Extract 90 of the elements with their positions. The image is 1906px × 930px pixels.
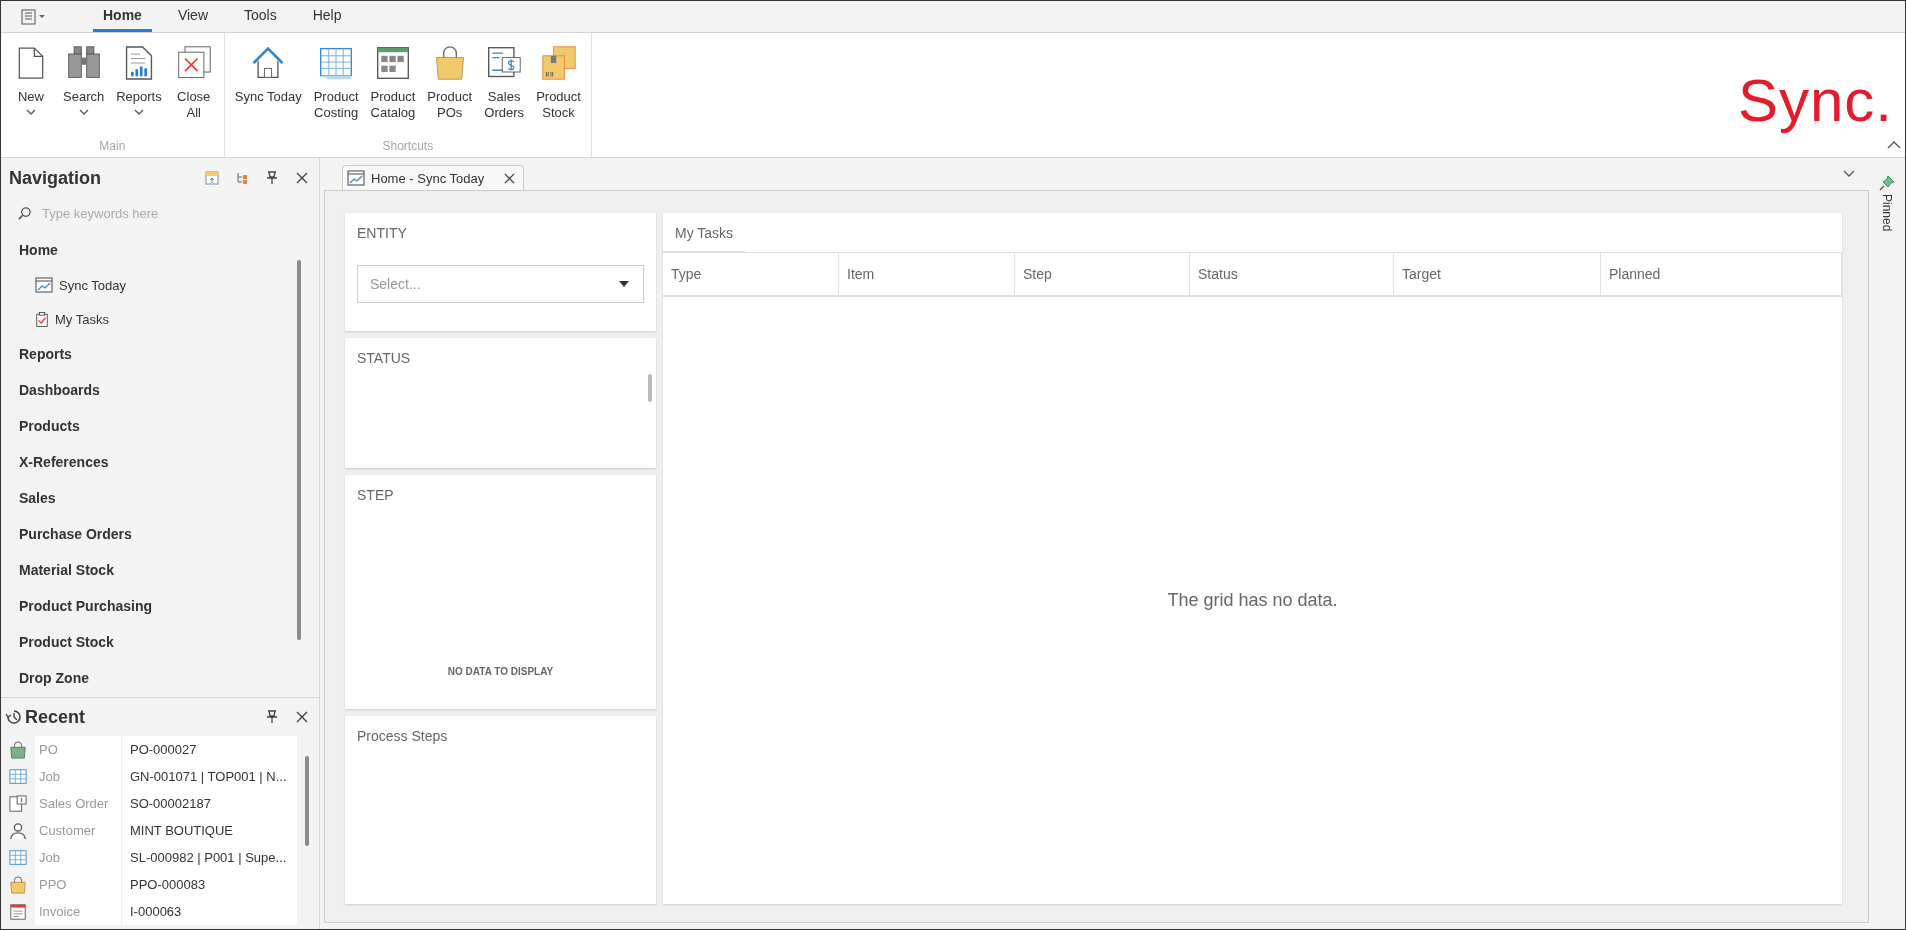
- menu-tab[interactable]: View: [167, 1, 218, 32]
- caret-icon: [78, 109, 89, 115]
- search-icon: [17, 205, 32, 221]
- pinned-tab[interactable]: Pinned: [1880, 194, 1894, 232]
- menu-tab[interactable]: Tools: [234, 1, 287, 32]
- ribbon-button[interactable]: Product Costing: [309, 41, 363, 139]
- recent-item[interactable]: I-000063: [122, 904, 182, 919]
- search-field[interactable]: Type keywords here: [40, 204, 284, 222]
- ribbon-button[interactable]: Reports: [112, 41, 166, 139]
- column-header[interactable]: Type: [663, 253, 839, 295]
- recent-type: PO: [33, 736, 122, 763]
- card-title: STATUS: [357, 350, 411, 366]
- scrollbar[interactable]: [297, 260, 301, 640]
- ribbon-button[interactable]: Sync Today: [230, 41, 306, 139]
- ribbon-button[interactable]: Sales Orders: [480, 41, 529, 139]
- chart-window-icon: [347, 170, 365, 186]
- menu-tab[interactable]: Help: [302, 1, 352, 32]
- column-header[interactable]: Planned: [1601, 253, 1842, 295]
- nav-item[interactable]: My Tasks: [35, 302, 109, 336]
- ribbon-button[interactable]: Product Catalog: [366, 41, 420, 139]
- nav-group[interactable]: Drop Zone: [19, 660, 89, 696]
- column-header[interactable]: Step: [1015, 253, 1190, 295]
- card-title: Process Steps: [357, 728, 448, 744]
- ribbon-button[interactable]: New: [7, 41, 55, 139]
- close-icon[interactable]: [295, 710, 309, 724]
- column-header[interactable]: Status: [1190, 253, 1394, 295]
- ribbon-button[interactable]: Close All: [169, 41, 218, 139]
- nav-group[interactable]: Sales: [19, 480, 56, 516]
- nav-group[interactable]: Dashboards: [19, 372, 100, 408]
- nav-group[interactable]: X-References: [19, 444, 109, 480]
- pin-icon[interactable]: [265, 171, 279, 185]
- app-menu-icon[interactable]: [21, 8, 47, 25]
- panel-title: Recent: [25, 706, 86, 728]
- chart-window-icon: [35, 277, 53, 293]
- collapse-ribbon-icon[interactable]: [1887, 141, 1901, 149]
- recent-type: Job: [33, 763, 122, 790]
- card-title: My Tasks: [663, 213, 746, 252]
- invoice-icon: [9, 902, 27, 921]
- recent-type: Job: [33, 844, 122, 871]
- dropdown-arrow-icon: [619, 281, 629, 287]
- recent-item[interactable]: SO-00002187: [122, 796, 211, 811]
- scrollbar[interactable]: [648, 374, 652, 402]
- recent-item[interactable]: PPO-000083: [122, 877, 206, 892]
- ribbon-button[interactable]: Search: [59, 41, 109, 139]
- group-label: Shortcuts: [381, 139, 435, 153]
- recent-type: Invoice: [33, 898, 122, 925]
- recent-type: Sales Order: [33, 790, 122, 817]
- nav-group[interactable]: Reports: [19, 336, 72, 372]
- recent-item[interactable]: SL-000982 | P001 | Supe...: [122, 850, 287, 865]
- close-icon[interactable]: [295, 171, 309, 185]
- nav-group[interactable]: Material Stock: [19, 552, 114, 588]
- group-label: Main: [98, 139, 127, 153]
- empty-message: The grid has no data.: [1167, 590, 1338, 611]
- caret-icon: [133, 109, 144, 115]
- boxes-icon: [540, 43, 577, 83]
- nav-group[interactable]: Products: [19, 408, 80, 444]
- recent-item[interactable]: PO-000027: [122, 742, 197, 757]
- spreadsheet-icon: [9, 848, 27, 867]
- invoice-dollar-icon: [9, 794, 27, 813]
- nav-item[interactable]: Sync Today: [35, 268, 126, 302]
- recent-item[interactable]: GN-001071 | TOP001 | N...: [122, 769, 287, 784]
- spreadsheet-icon: [9, 767, 27, 786]
- shopping-bag-icon: [9, 875, 27, 894]
- history-icon: [5, 708, 23, 726]
- pushpin-icon[interactable]: [1878, 174, 1896, 192]
- card-title: STEP: [357, 487, 394, 503]
- empty-message: NO DATA TO DISPLAY: [447, 666, 554, 677]
- panel-title: Navigation: [9, 167, 101, 189]
- recent-type: PPO: [33, 871, 122, 898]
- nav-group[interactable]: Home: [19, 232, 58, 268]
- recent-type: Customer: [33, 817, 122, 844]
- pin-icon[interactable]: [265, 710, 279, 724]
- nav-group[interactable]: Purchase Orders: [19, 516, 132, 552]
- recent-item[interactable]: MINT BOUTIQUE: [122, 823, 234, 838]
- nav-group[interactable]: Product Stock: [19, 624, 114, 660]
- scrollbar[interactable]: [305, 756, 309, 846]
- person-icon: [9, 821, 27, 840]
- caret-icon: [26, 109, 36, 115]
- ribbon-button[interactable]: Product POs: [423, 41, 477, 139]
- column-header[interactable]: Target: [1394, 253, 1601, 295]
- document-tab[interactable]: Home - Sync Today: [342, 165, 525, 190]
- ribbon-button[interactable]: Product Stock: [532, 41, 585, 139]
- shopping-bag-icon: [9, 740, 27, 759]
- chevron-down-icon[interactable]: [1843, 170, 1855, 178]
- card-title: ENTITY: [357, 225, 407, 241]
- column-header[interactable]: Item: [839, 253, 1015, 295]
- clipboard-check-icon: [35, 310, 49, 328]
- nav-group[interactable]: Product Purchasing: [19, 588, 153, 624]
- close-icon[interactable]: [504, 172, 516, 184]
- logo: Sync.: [1737, 71, 1893, 131]
